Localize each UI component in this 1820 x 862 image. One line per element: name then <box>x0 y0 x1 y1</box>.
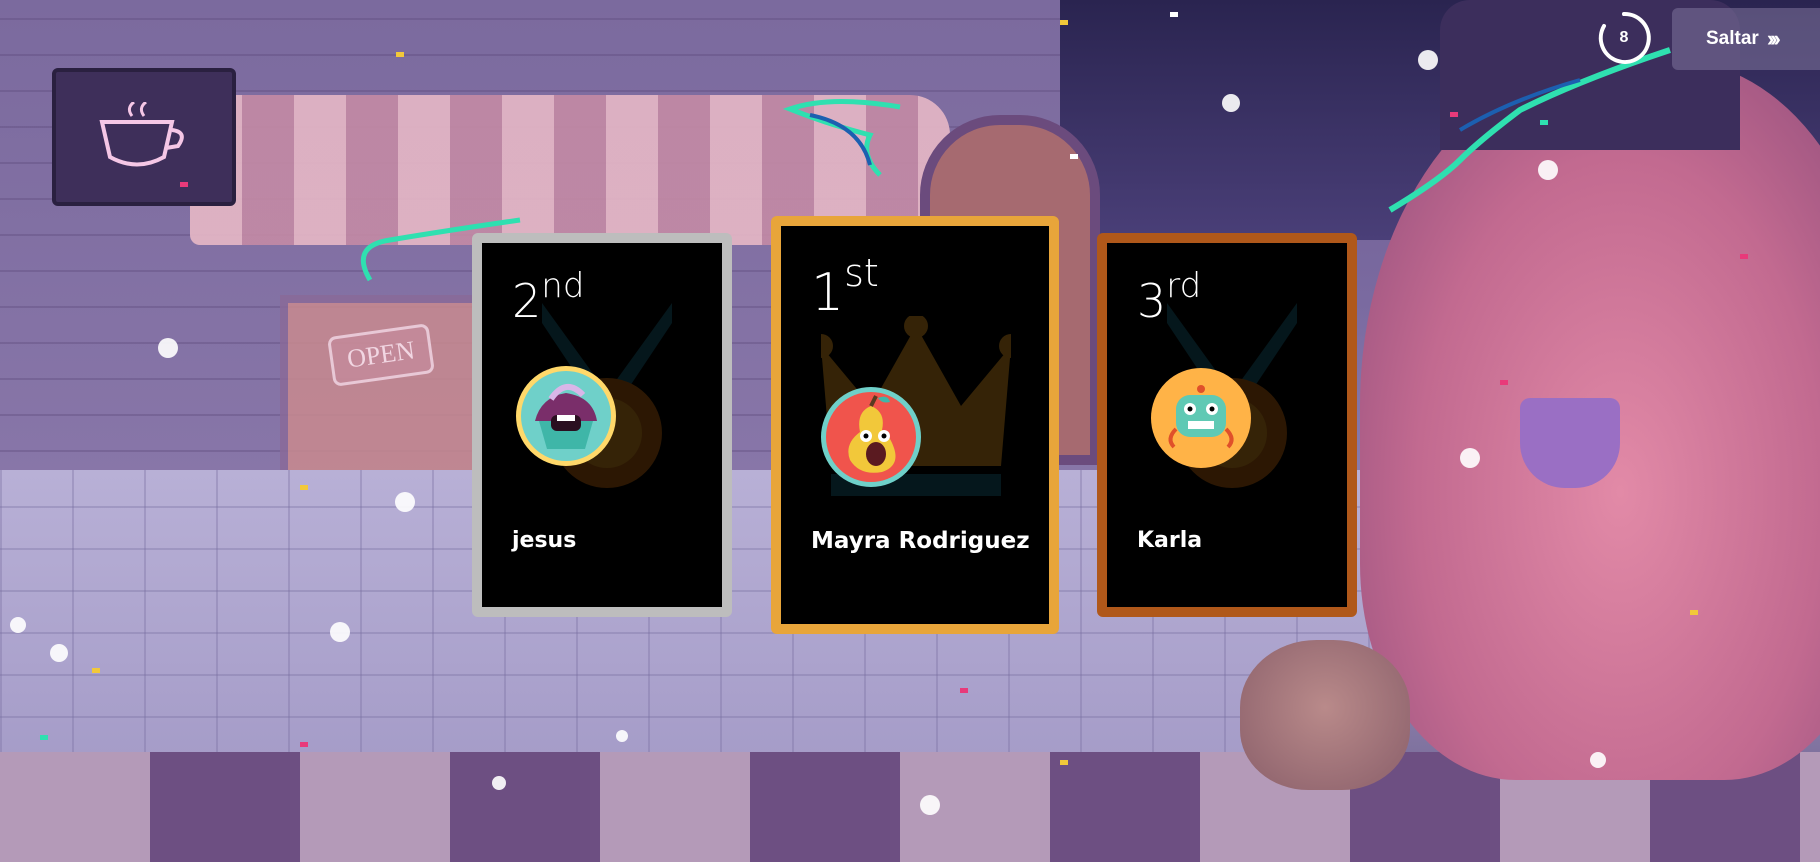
confetti <box>180 182 188 187</box>
snowflake <box>158 338 178 358</box>
player-name: Mayra Rodriguez <box>811 528 1030 554</box>
streamer <box>782 98 901 177</box>
confetti <box>1060 760 1068 765</box>
podium-card-second: 2nd jesus <box>472 233 732 617</box>
confetti <box>1690 610 1698 615</box>
confetti <box>92 668 100 673</box>
coffee-cup-icon <box>99 102 184 167</box>
snowflake <box>920 795 940 815</box>
double-chevron-right-icon: ››› <box>1766 26 1781 51</box>
snowflake <box>50 644 68 662</box>
podium-card-third: 3rd Karla <box>1097 233 1357 617</box>
countdown-timer: 8 <box>1596 10 1652 66</box>
snowflake <box>1418 50 1438 70</box>
snowflake <box>1460 448 1480 468</box>
rank-suffix: nd <box>541 266 585 306</box>
rank-number: 1 <box>811 263 845 323</box>
confetti <box>1740 254 1748 259</box>
player-name: Karla <box>1137 528 1203 553</box>
confetti <box>396 52 404 57</box>
snowflake <box>616 730 628 742</box>
rank-suffix: st <box>844 251 879 295</box>
rank-suffix: rd <box>1166 266 1202 306</box>
skip-label: Saltar <box>1706 28 1759 49</box>
snowflake <box>1222 94 1240 112</box>
confetti <box>1500 380 1508 385</box>
snowflake <box>492 776 506 790</box>
rank-label: 1st <box>811 254 879 319</box>
puppy-character <box>1240 640 1410 790</box>
confetti <box>300 742 308 747</box>
podium-scene: OPEN 8 Saltar ››› 2nd jesus 1st Mayra Ro… <box>0 0 1820 862</box>
snowflake <box>330 622 350 642</box>
podium-card-first: 1st Mayra Rodriguez <box>771 216 1059 634</box>
confetti <box>1170 12 1178 17</box>
cupcake-avatar-icon <box>516 366 616 466</box>
snowflake <box>1590 752 1606 768</box>
countdown-value: 8 <box>1619 29 1629 46</box>
teacup <box>1520 398 1620 488</box>
neon-coffee-sign <box>52 68 236 206</box>
pear-avatar-icon <box>821 387 921 487</box>
confetti <box>960 688 968 693</box>
confetti <box>1540 120 1548 125</box>
confetti <box>40 735 48 740</box>
skip-button[interactable]: Saltar ››› <box>1672 8 1820 70</box>
player-name: jesus <box>512 528 577 553</box>
confetti <box>1450 112 1458 117</box>
crab-monster-avatar-icon <box>1151 368 1251 468</box>
confetti <box>1070 154 1078 159</box>
snowflake <box>1538 160 1558 180</box>
snowflake <box>395 492 415 512</box>
confetti <box>1060 20 1068 25</box>
confetti <box>300 485 308 490</box>
snowflake <box>10 617 26 633</box>
